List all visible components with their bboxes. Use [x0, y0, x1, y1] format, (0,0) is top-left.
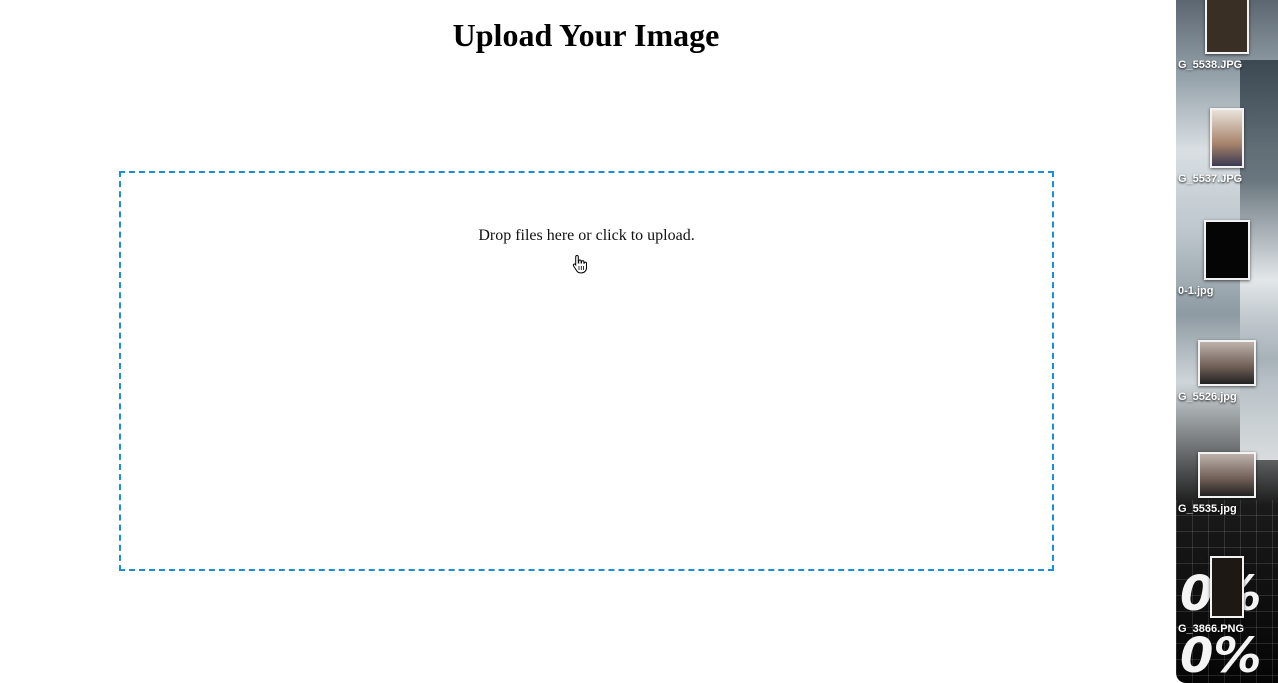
file-label: G_3866.PNG	[1178, 623, 1245, 635]
desktop-file-icon[interactable]: G_5526.jpg	[1176, 340, 1278, 403]
image-thumbnail-icon	[1210, 108, 1244, 168]
file-label: G_5535.jpg	[1178, 503, 1237, 515]
desktop-file-icon[interactable]: G_5537.JPG	[1176, 108, 1278, 185]
hand-pointer-cursor-icon	[572, 254, 587, 274]
dropzone-message: Drop files here or click to upload.	[478, 227, 695, 244]
file-label: 0-1.jpg	[1178, 285, 1214, 297]
desktop-file-icon[interactable]: G_3866.PNG	[1176, 556, 1278, 635]
desktop-file-icon[interactable]: 0-1.jpg	[1176, 220, 1278, 297]
page-title: Upload Your Image	[452, 17, 720, 53]
wallpaper-text: 0% i	[1180, 628, 1278, 683]
browser-page: Upload Your Image Drop files here or cli…	[0, 0, 1176, 683]
desktop-file-icon[interactable]: G_5535.jpg	[1176, 452, 1278, 515]
desktop-background: 0% i 0% i G_5538.JPG G_5537.JPG 0-1.jpg …	[1176, 0, 1278, 683]
image-thumbnail-icon	[1198, 340, 1256, 386]
file-dropzone[interactable]: Drop files here or click to upload.	[119, 171, 1054, 571]
image-thumbnail-icon	[1205, 0, 1249, 54]
desktop-file-icon[interactable]: G_5538.JPG	[1176, 0, 1278, 71]
image-thumbnail-icon	[1210, 556, 1244, 618]
image-thumbnail-icon	[1198, 452, 1256, 498]
file-label: G_5526.jpg	[1178, 391, 1237, 403]
image-thumbnail-icon	[1204, 220, 1250, 280]
file-label: G_5538.JPG	[1178, 59, 1243, 71]
file-label: G_5537.JPG	[1178, 173, 1243, 185]
